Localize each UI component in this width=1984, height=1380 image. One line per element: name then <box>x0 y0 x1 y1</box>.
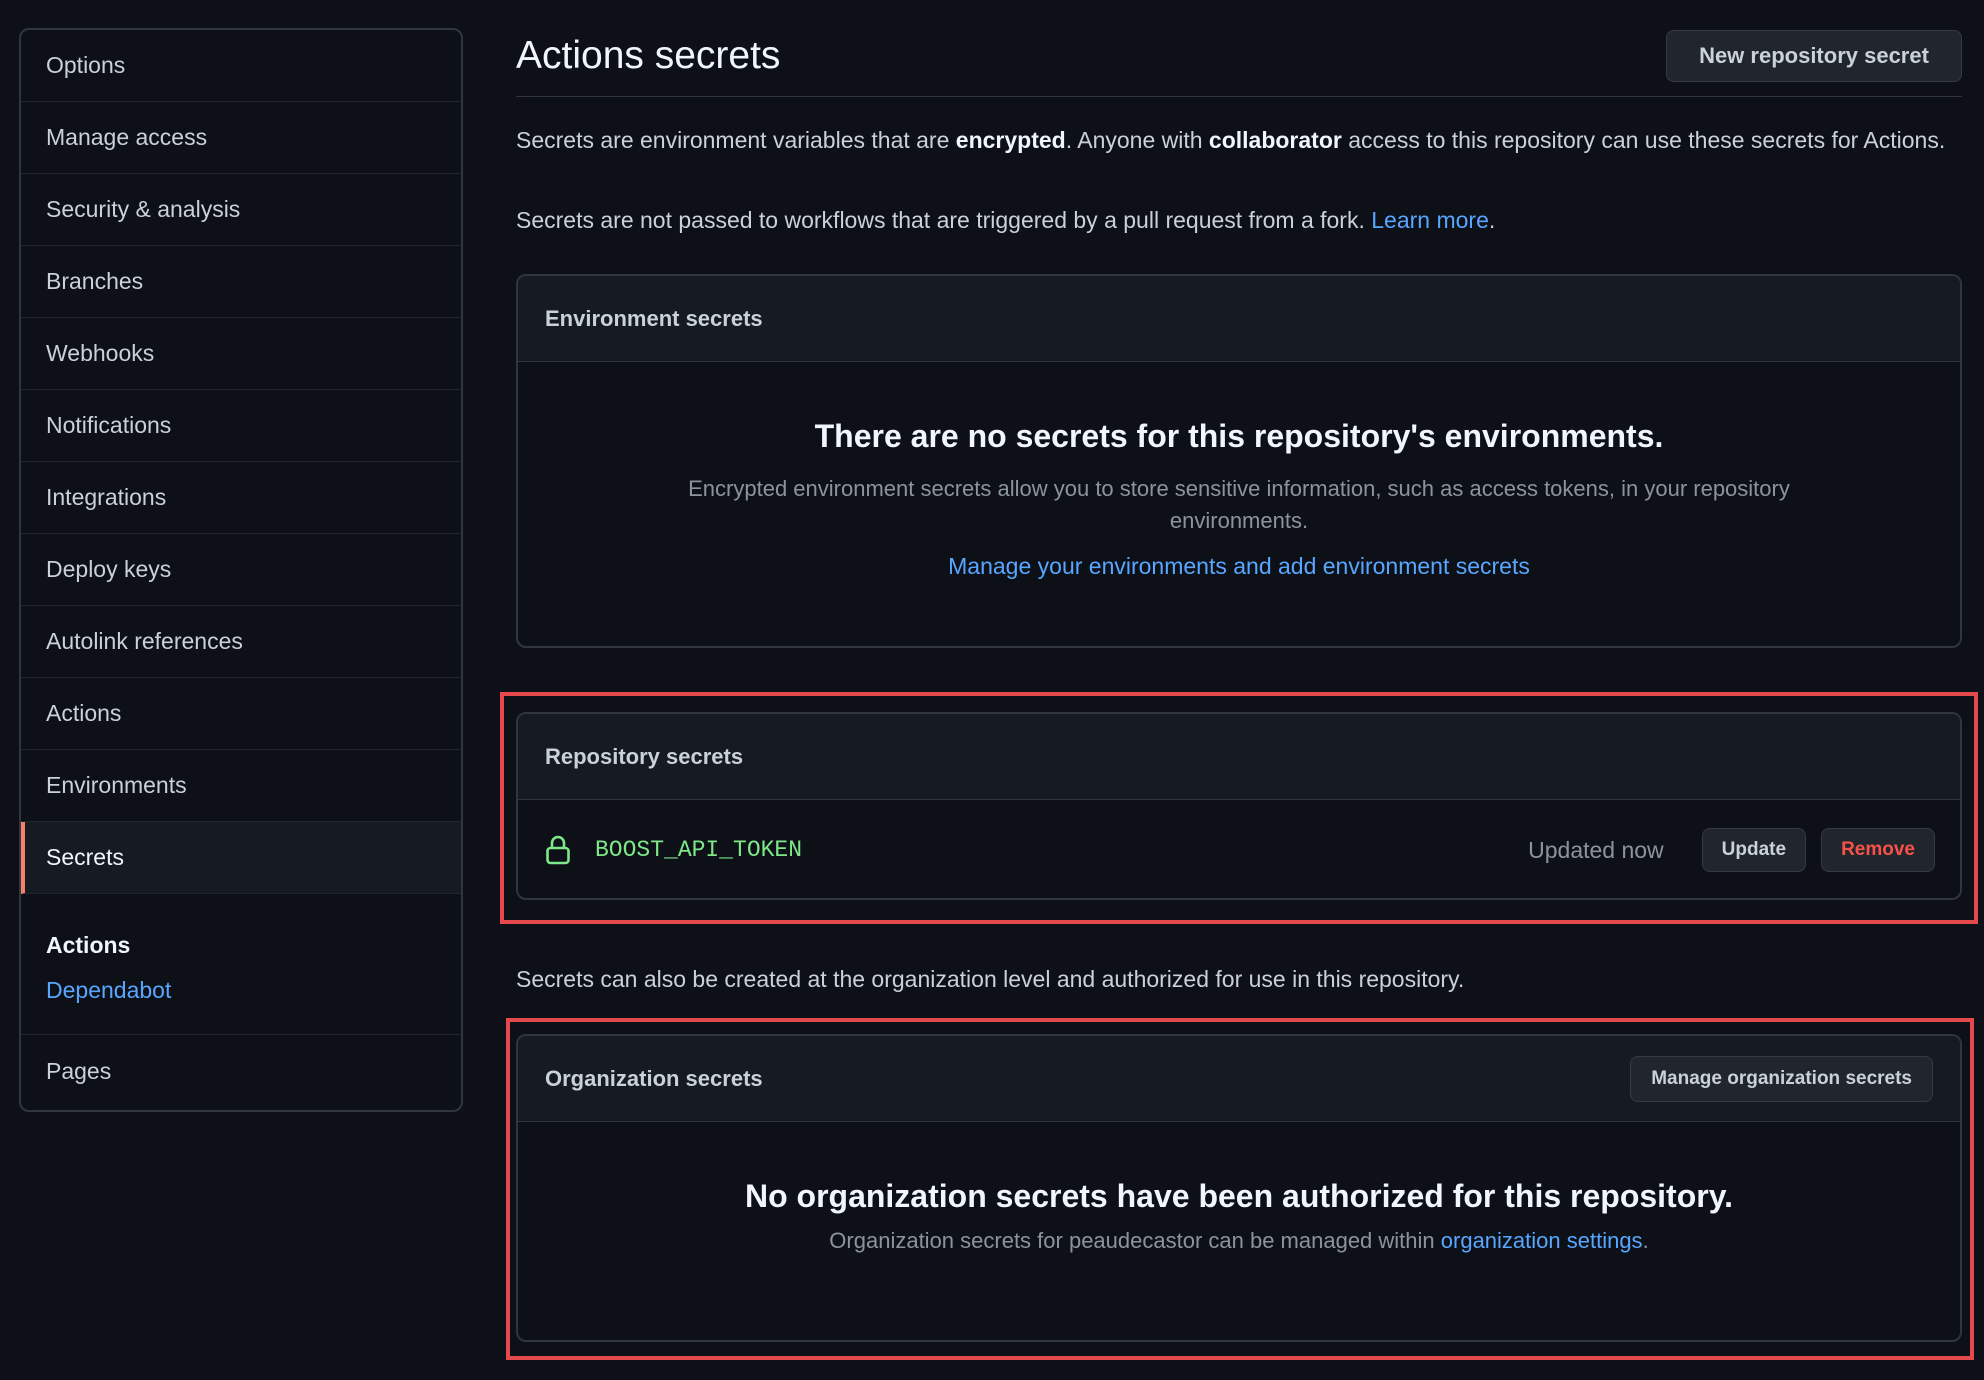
description-text: Secrets are environment variables that a… <box>516 127 956 153</box>
description-bold-encrypted: encrypted <box>955 127 1066 153</box>
environment-secrets-heading: Environment secrets <box>518 276 1960 362</box>
page-title: Actions secrets <box>516 34 781 77</box>
organization-secrets-box: Organization secrets Manage organization… <box>516 1034 1962 1342</box>
organization-settings-link[interactable]: organization settings <box>1441 1228 1643 1253</box>
repository-secrets-box: Repository secrets BOOST_API_TOKEN Updat… <box>516 712 1962 900</box>
environment-blank-text: Encrypted environment secrets allow you … <box>688 476 1790 533</box>
fork-note: Secrets are not passed to workflows that… <box>516 204 1495 236</box>
environment-secrets-blankslate: There are no secrets for this repository… <box>518 362 1960 580</box>
repository-secrets-heading: Repository secrets <box>518 714 1960 800</box>
organization-blank-text-prefix: Organization secrets for peaudecastor ca… <box>829 1228 1441 1253</box>
description-bold-collaborator: collaborator <box>1208 127 1342 153</box>
sidebar-item-options[interactable]: Options <box>21 30 461 102</box>
sidebar-item-security-analysis[interactable]: Security & analysis <box>21 174 461 246</box>
organization-blank-title: No organization secrets have been author… <box>744 1178 1734 1214</box>
sidebar-item-integrations[interactable]: Integrations <box>21 462 461 534</box>
remove-secret-button[interactable]: Remove <box>1821 828 1935 872</box>
sidebar-item-deploy-keys[interactable]: Deploy keys <box>21 534 461 606</box>
manage-environments-link[interactable]: Manage your environments and add environ… <box>948 553 1530 579</box>
description-text: access to this repository can use these … <box>1341 127 1946 153</box>
sidebar-item-webhooks[interactable]: Webhooks <box>21 318 461 390</box>
sidebar-subitem-dependabot[interactable]: Dependabot <box>46 977 461 1004</box>
environment-secrets-box: Environment secrets There are no secrets… <box>516 274 1962 648</box>
secret-name: BOOST_API_TOKEN <box>595 837 803 863</box>
sidebar-item-secrets[interactable]: Secrets <box>21 822 461 894</box>
fork-note-text: Secrets are not passed to workflows that… <box>516 207 1372 233</box>
description-text: . Anyone with <box>1065 127 1209 153</box>
organization-secrets-blankslate: No organization secrets have been author… <box>518 1122 1960 1257</box>
sidebar-subitem-actions[interactable]: Actions <box>46 932 461 959</box>
repository-secrets-title: Repository secrets <box>545 743 744 769</box>
sidebar-item-notifications[interactable]: Notifications <box>21 390 461 462</box>
lock-icon <box>546 835 570 865</box>
organization-secrets-title: Organization secrets <box>545 1065 763 1091</box>
sidebar-secrets-subgroup: Actions Dependabot <box>21 894 461 1035</box>
update-secret-button[interactable]: Update <box>1701 828 1807 872</box>
environment-link-wrap: Manage your environments and add environ… <box>518 553 1960 580</box>
new-repository-secret-button[interactable]: New repository secret <box>1666 30 1962 82</box>
sidebar-item-branches[interactable]: Branches <box>21 246 461 318</box>
organization-blank-text: Organization secrets for peaudecastor ca… <box>518 1225 1960 1257</box>
organization-secrets-heading: Organization secrets Manage organization… <box>518 1036 1960 1122</box>
manage-organization-secrets-button[interactable]: Manage organization secrets <box>1630 1055 1933 1102</box>
sidebar-item-environments[interactable]: Environments <box>21 750 461 822</box>
secrets-description: Secrets are environment variables that a… <box>516 124 1962 156</box>
secret-updated-time: Updated now <box>1528 836 1664 863</box>
environment-secrets-title: Environment secrets <box>545 305 763 331</box>
secret-row: BOOST_API_TOKEN Updated now Update Remov… <box>518 800 1960 898</box>
environment-blank-title: There are no secrets for this repository… <box>814 418 1664 454</box>
learn-more-link[interactable]: Learn more <box>1371 207 1489 233</box>
sidebar-item-actions[interactable]: Actions <box>21 678 461 750</box>
sidebar-item-pages[interactable]: Pages <box>21 1035 461 1107</box>
organization-note: Secrets can also be created at the organ… <box>516 966 1465 992</box>
page-header: Actions secrets New repository secret <box>516 28 1962 97</box>
organization-blank-period: . <box>1642 1228 1649 1253</box>
sidebar-item-autolink-references[interactable]: Autolink references <box>21 606 461 678</box>
fork-note-period: . <box>1488 207 1496 233</box>
settings-sidebar: Options Manage access Security & analysi… <box>19 28 463 1112</box>
sidebar-item-manage-access[interactable]: Manage access <box>21 102 461 174</box>
